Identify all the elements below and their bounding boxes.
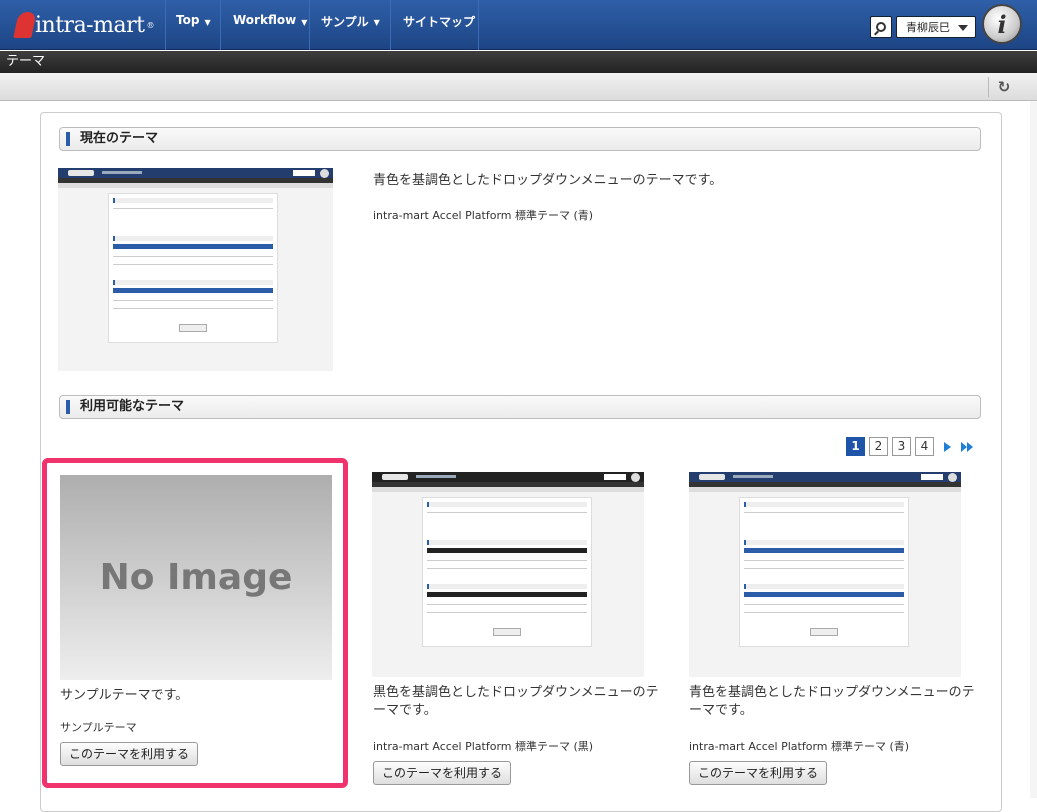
theme-2-description: 黒色を基調色としたドロップダウンメニューのテーマです。: [373, 685, 659, 718]
nav-top[interactable]: Top ▼: [176, 0, 211, 50]
page-title: テーマ: [0, 51, 1037, 73]
current-theme-name: intra-mart Accel Platform 標準テーマ (青): [373, 209, 594, 222]
nav-sitemap[interactable]: サイトマップ: [403, 0, 475, 50]
page-1-button[interactable]: 1: [846, 437, 865, 456]
current-theme-description: 青色を基調色としたドロップダウンメニューのテーマです。: [373, 173, 723, 188]
available-themes-heading: 利用可能なテーマ: [59, 395, 981, 419]
user-name: 青柳辰巳: [906, 21, 950, 34]
refresh-icon[interactable]: ↻: [996, 79, 1012, 95]
theme-1-name: サンプルテーマ: [60, 721, 137, 734]
nav-divider: [165, 0, 166, 50]
use-theme-1-button[interactable]: このテーマを利用する: [60, 742, 199, 766]
theme-2-name: intra-mart Accel Platform 標準テーマ (黒): [373, 740, 594, 753]
nav-sitemap-label: サイトマップ: [403, 15, 476, 29]
current-theme-preview: [58, 168, 333, 371]
user-menu-button[interactable]: 青柳辰巳: [896, 16, 976, 38]
use-theme-3-button[interactable]: このテーマを利用する: [689, 761, 828, 785]
next-page-icon[interactable]: [944, 441, 951, 452]
no-image-placeholder: No Image: [60, 475, 332, 680]
nav-workflow[interactable]: Workflow ▼: [233, 0, 307, 50]
nav-divider: [390, 0, 391, 50]
theme-2-preview[interactable]: [372, 472, 644, 677]
page-4-button[interactable]: 4: [915, 437, 934, 456]
search-icon: [876, 22, 886, 32]
theme-3-name: intra-mart Accel Platform 標準テーマ (青): [689, 740, 910, 753]
nav-divider: [220, 0, 221, 50]
intra-mart-badge-icon[interactable]: i: [982, 4, 1022, 44]
theme-3-preview[interactable]: [689, 472, 961, 677]
chevron-down-icon: [958, 25, 968, 31]
search-button[interactable]: [870, 16, 892, 38]
intra-mart-logo[interactable]: intra-mart ®: [13, 8, 154, 42]
nav-sample-label: サンプル: [321, 15, 369, 29]
logo-mark-icon: [13, 12, 37, 38]
current-theme-heading: 現在のテーマ: [59, 127, 981, 151]
theme-1-description: サンプルテーマです。: [60, 688, 189, 703]
nav-sample[interactable]: サンプル ▼: [321, 0, 380, 50]
logo-text: intra-mart: [35, 12, 145, 38]
page-3-button[interactable]: 3: [892, 437, 911, 456]
nav-divider: [478, 0, 479, 50]
chevron-down-icon: ▼: [373, 18, 380, 27]
pagination: 1 2 3 4: [846, 437, 973, 456]
global-header: intra-mart ® Top ▼ Workflow ▼ サンプル ▼ サイトマ…: [0, 0, 1037, 50]
chevron-down-icon: ▼: [301, 18, 308, 27]
last-page-icon[interactable]: [961, 441, 973, 452]
toolbar-divider: [988, 77, 989, 97]
theme-3-description: 青色を基調色としたドロップダウンメニューのテーマです。: [689, 685, 975, 718]
nav-top-label: Top: [176, 13, 200, 27]
nav-workflow-label: Workflow: [233, 13, 297, 27]
toolbar: ↻: [0, 73, 1037, 101]
scrollbar[interactable]: [1030, 101, 1037, 798]
use-theme-2-button[interactable]: このテーマを利用する: [373, 761, 512, 785]
page-2-button[interactable]: 2: [869, 437, 888, 456]
chevron-down-icon: ▼: [204, 18, 211, 27]
nav-divider: [309, 0, 310, 50]
